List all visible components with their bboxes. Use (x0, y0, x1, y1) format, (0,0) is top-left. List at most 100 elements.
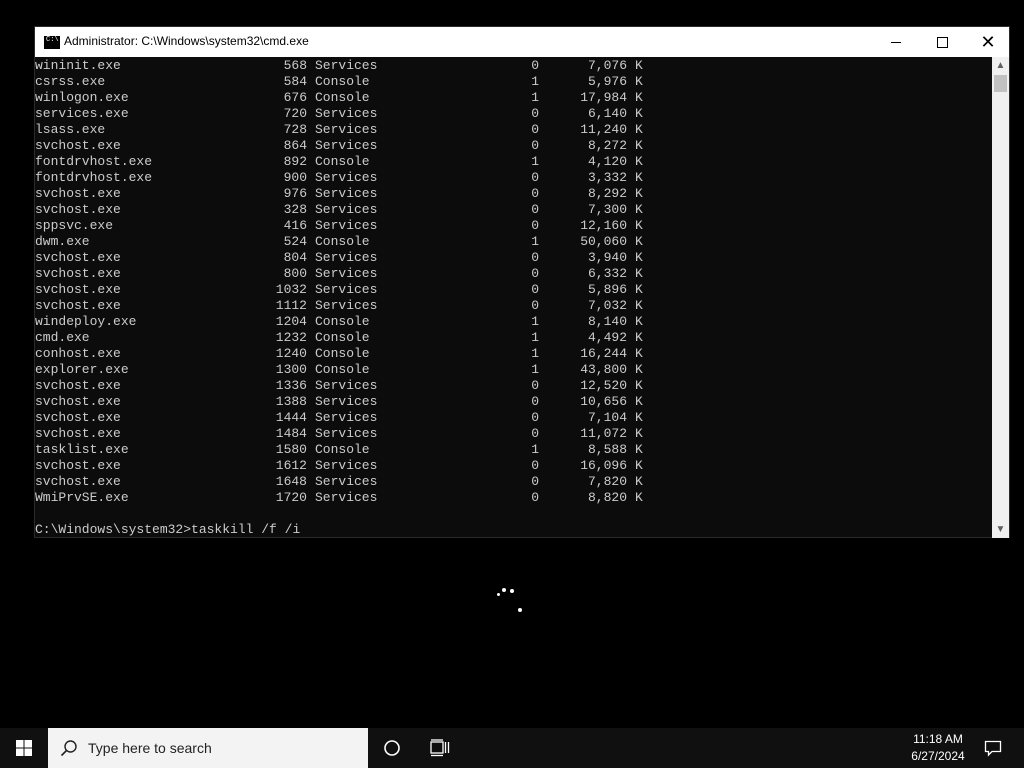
memory-unit: K (635, 218, 643, 233)
process-name: svchost.exe (35, 250, 121, 265)
session-name: Services (315, 426, 378, 441)
process-name: sppsvc.exe (35, 218, 114, 233)
memory-unit: K (635, 282, 643, 297)
memory-usage: 6,332 (587, 266, 627, 281)
process-pid: 1112 (275, 298, 307, 313)
process-pid: 800 (283, 266, 307, 281)
memory-usage: 3,332 (587, 170, 627, 185)
scrollbar-thumb[interactable] (994, 75, 1007, 92)
session-number: 0 (531, 138, 539, 153)
session-number: 0 (531, 458, 539, 473)
process-name: csrss.exe (35, 74, 106, 89)
memory-unit: K (635, 250, 643, 265)
session-number: 0 (531, 266, 539, 281)
action-center-button[interactable] (978, 728, 1008, 768)
session-number: 0 (531, 250, 539, 265)
session-number: 0 (531, 218, 539, 233)
session-name: Services (315, 218, 378, 233)
task-view-button[interactable] (420, 728, 460, 768)
system-clock[interactable]: 11:18 AM 6/27/2024 (890, 731, 986, 765)
process-pid: 1444 (275, 410, 307, 425)
vertical-scrollbar[interactable]: ▲ ▼ (992, 57, 1009, 538)
session-name: Services (315, 186, 378, 201)
session-number: 0 (531, 490, 539, 505)
memory-unit: K (635, 490, 643, 505)
session-number: 1 (531, 442, 539, 457)
memory-unit: K (635, 298, 643, 313)
session-name: Services (315, 474, 378, 489)
session-name: Services (315, 138, 378, 153)
process-name: services.exe (35, 106, 129, 121)
memory-unit: K (635, 378, 643, 393)
session-name: Services (315, 250, 378, 265)
session-number: 1 (531, 74, 539, 89)
memory-usage: 8,292 (587, 186, 627, 201)
memory-usage: 8,272 (587, 138, 627, 153)
memory-unit: K (635, 234, 643, 249)
close-button[interactable]: ✕ (965, 27, 1011, 57)
process-pid: 1336 (275, 378, 307, 393)
process-name: windeploy.exe (35, 314, 137, 329)
process-pid: 676 (283, 90, 307, 105)
session-name: Console (315, 154, 370, 169)
process-name: winlogon.exe (35, 90, 129, 105)
session-number: 0 (531, 298, 539, 313)
process-name: svchost.exe (35, 282, 121, 297)
cmd-window[interactable]: Administrator: C:\Windows\system32\cmd.e… (34, 26, 1010, 538)
taskbar-search-box[interactable]: Type here to search (48, 728, 368, 768)
start-button[interactable] (0, 728, 48, 768)
cortana-circle-icon (384, 740, 400, 756)
minimize-button[interactable] (873, 27, 919, 57)
process-pid: 1484 (275, 426, 307, 441)
title-bar[interactable]: Administrator: C:\Windows\system32\cmd.e… (35, 27, 1009, 57)
cmd-app-icon[interactable] (44, 36, 60, 49)
process-pid: 1240 (275, 346, 307, 361)
memory-usage: 4,492 (587, 330, 627, 345)
process-name: dwm.exe (35, 234, 90, 249)
process-name: svchost.exe (35, 298, 121, 313)
memory-unit: K (635, 394, 643, 409)
session-name: Services (315, 106, 378, 121)
process-name: fontdrvhost.exe (35, 154, 153, 169)
process-pid: 728 (283, 122, 307, 137)
process-name: svchost.exe (35, 394, 121, 409)
session-number: 0 (531, 186, 539, 201)
memory-usage: 11,072 (580, 426, 627, 441)
session-name: Services (315, 58, 378, 73)
maximize-button[interactable] (919, 27, 965, 57)
process-pid: 1300 (275, 362, 307, 377)
loading-spinner-icon (493, 585, 523, 615)
memory-usage: 8,820 (587, 490, 627, 505)
session-name: Console (315, 90, 370, 105)
memory-usage: 10,656 (580, 394, 627, 409)
memory-usage: 6,140 (587, 106, 627, 121)
memory-usage: 16,096 (580, 458, 627, 473)
minimize-icon (891, 41, 901, 43)
process-name: tasklist.exe (35, 442, 129, 457)
memory-usage: 5,896 (587, 282, 627, 297)
process-name: svchost.exe (35, 474, 121, 489)
memory-unit: K (635, 138, 643, 153)
process-name: svchost.exe (35, 202, 121, 217)
scroll-down-arrow-icon[interactable]: ▼ (992, 521, 1009, 538)
memory-usage: 11,240 (580, 122, 627, 137)
memory-usage: 3,940 (587, 250, 627, 265)
console-output[interactable]: wininit.exe 568 Services 0 7,076 Kcsrss.exe 58… (35, 57, 994, 538)
command-prompt-line[interactable]: C:\Windows\system32>taskkill /f /i (35, 522, 300, 538)
session-name: Console (315, 330, 370, 345)
session-name: Console (315, 314, 370, 329)
memory-usage: 50,060 (580, 234, 627, 249)
windows-logo-icon (16, 740, 32, 756)
session-number: 0 (531, 106, 539, 121)
session-number: 0 (531, 122, 539, 137)
scroll-up-arrow-icon[interactable]: ▲ (992, 57, 1009, 74)
cortana-button[interactable] (372, 728, 412, 768)
session-name: Services (315, 266, 378, 281)
memory-usage: 12,520 (580, 378, 627, 393)
session-number: 1 (531, 346, 539, 361)
memory-usage: 5,976 (587, 74, 627, 89)
process-pid: 584 (283, 74, 307, 89)
memory-usage: 7,300 (587, 202, 627, 217)
memory-usage: 43,800 (580, 362, 627, 377)
session-number: 0 (531, 202, 539, 217)
